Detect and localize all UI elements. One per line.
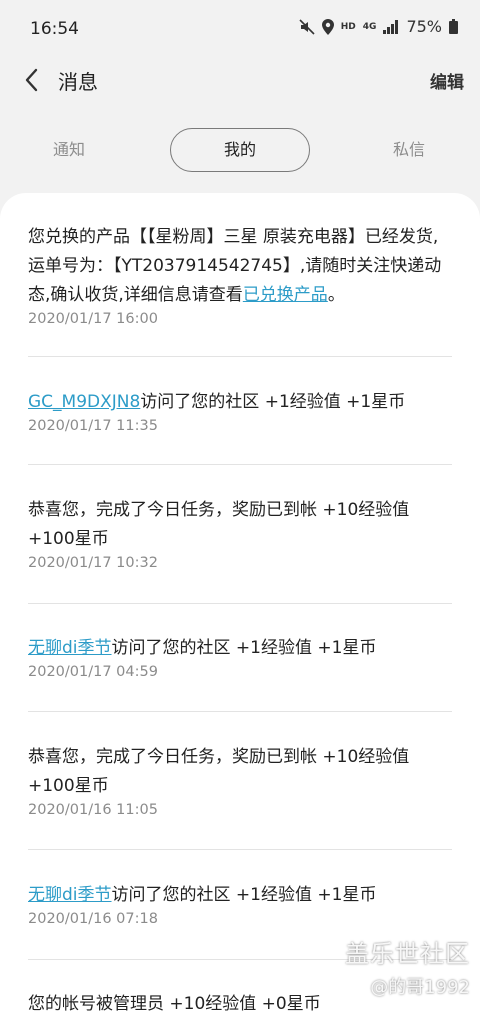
edit-button[interactable]: 编辑	[430, 68, 464, 93]
message-text: 您兑换的产品【【星粉周】三星 原装充电器】已经发货,运单号为：【YT203791…	[28, 227, 442, 305]
message-text: 无聊di季节访问了您的社区 +1经验值 +1星币	[28, 885, 377, 905]
message-item[interactable]: 您兑换的产品【【星粉周】三星 原装充电器】已经发货,运单号为：【YT203791…	[28, 223, 452, 327]
status-time: 16:54	[30, 19, 79, 39]
user-link[interactable]: 无聊di季节	[28, 885, 112, 905]
message-item[interactable]: GC_M9DXJN8访问了您的社区 +1经验值 +1星币 2020/01/17 …	[28, 388, 452, 434]
message-time: 2020/01/16 11:05	[28, 802, 158, 818]
divider	[28, 603, 452, 604]
message-text: 无聊di季节访问了您的社区 +1经验值 +1星币	[28, 638, 377, 658]
tab-bar: 通知 我的 私信	[0, 128, 480, 172]
location-icon	[321, 18, 334, 35]
redeemed-products-link[interactable]: 已兑换产品	[243, 285, 328, 305]
watermark-logo: 盖乐世社区	[345, 940, 470, 968]
user-link[interactable]: GC_M9DXJN8	[28, 392, 140, 412]
app-bar: 消息 编辑	[0, 60, 480, 100]
divider	[28, 711, 452, 712]
divider	[28, 356, 452, 357]
message-text: 恭喜您，完成了今日任务，奖励已到帐 +10经验值 +100星币	[28, 747, 410, 796]
watermark-user: @的哥1992	[370, 977, 470, 998]
message-time: 2020/01/17 10:32	[28, 555, 158, 571]
watermark: 盖乐世社区 @的哥1992	[345, 934, 470, 999]
message-item[interactable]: 无聊di季节访问了您的社区 +1经验值 +1星币 2020/01/16 07:1…	[28, 881, 452, 927]
battery-icon	[449, 19, 458, 34]
page-title: 消息	[58, 70, 98, 94]
message-item[interactable]: 恭喜您，完成了今日任务，奖励已到帐 +10经验值 +100星币 2020/01/…	[28, 743, 452, 818]
user-link[interactable]: 无聊di季节	[28, 638, 112, 658]
message-item[interactable]: 恭喜您，完成了今日任务，奖励已到帐 +10经验值 +100星币 2020/01/…	[28, 496, 452, 571]
message-text: GC_M9DXJN8访问了您的社区 +1经验值 +1星币	[28, 392, 406, 412]
message-time: 2020/01/17 11:35	[28, 418, 158, 434]
tab-mine[interactable]: 我的	[170, 128, 310, 172]
hd-label: HD	[340, 21, 356, 32]
network-label: 4G	[362, 21, 377, 32]
signal-icon	[383, 19, 399, 34]
status-icons: HD 4G 75%	[299, 17, 458, 36]
tab-private-messages[interactable]: 私信	[368, 128, 450, 172]
message-time: 2020/01/17 16:00	[28, 311, 158, 327]
divider	[28, 849, 452, 850]
battery-percent: 75%	[406, 17, 442, 36]
message-item[interactable]: 无聊di季节访问了您的社区 +1经验值 +1星币 2020/01/17 04:5…	[28, 634, 452, 680]
message-text: 恭喜您，完成了今日任务，奖励已到帐 +10经验值 +100星币	[28, 500, 410, 549]
message-list: 您兑换的产品【【星粉周】三星 原装充电器】已经发货,运单号为：【YT203791…	[0, 193, 480, 1033]
tab-notifications[interactable]: 通知	[28, 128, 110, 172]
message-time: 2020/01/17 04:59	[28, 664, 158, 680]
mute-icon	[299, 18, 315, 35]
divider	[28, 464, 452, 465]
status-bar: 16:54 HD 4G 75%	[0, 0, 480, 60]
message-time: 2020/01/16 07:18	[28, 911, 158, 927]
back-arrow-icon[interactable]	[22, 66, 42, 94]
